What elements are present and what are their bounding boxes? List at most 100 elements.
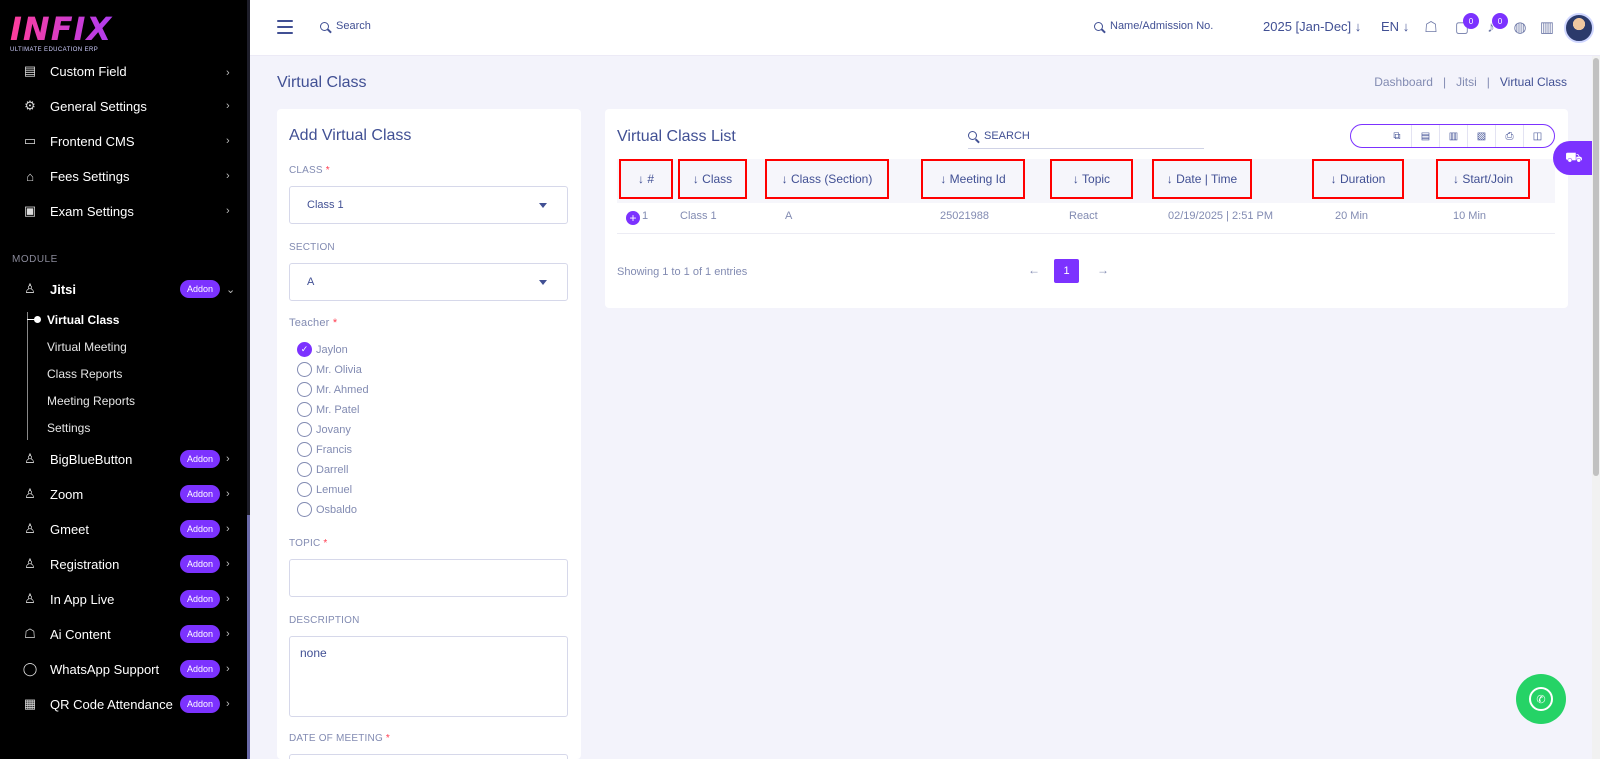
column-header-start-join[interactable]: ↓ Start/Join xyxy=(1436,159,1530,199)
row-divider xyxy=(617,233,1555,234)
sidebar-scrollbar-thumb[interactable] xyxy=(247,515,250,759)
sidebar-item-custom-field[interactable]: ▤ Custom Field › xyxy=(0,57,236,79)
print-icon[interactable]: ⎙ xyxy=(1495,125,1523,147)
teacher-option[interactable]: Jovany xyxy=(297,422,351,437)
academic-year-select[interactable]: 2025 [Jan-Dec] ↓ xyxy=(1263,19,1361,34)
language-select[interactable]: EN ↓ xyxy=(1381,19,1409,34)
sidebar-item-whatsapp-support[interactable]: ◯ WhatsApp Support Addon › xyxy=(0,654,236,684)
infix-logo[interactable]: INFIX ULTIMATE EDUCATION ERP xyxy=(10,12,130,60)
breadcrumb-dashboard[interactable]: Dashboard xyxy=(1374,75,1433,89)
sidebar-item-frontend-cms[interactable]: ▭ Frontend CMS › xyxy=(0,126,236,156)
column-header-class-section[interactable]: ↓ Class (Section) xyxy=(765,159,889,199)
cell-meeting-id: 25021988 xyxy=(940,210,989,222)
export-button-group: ⧉ ▤ ▥ ▧ ⎙ ◫ xyxy=(1350,124,1555,148)
radio-icon xyxy=(297,382,312,397)
top-search[interactable]: Search xyxy=(320,20,371,32)
sidebar-subitem-virtual-meeting[interactable]: Virtual Meeting xyxy=(47,340,127,354)
cart-icon: ⛟ xyxy=(1565,148,1583,165)
chart-icon[interactable]: ▥ xyxy=(1538,18,1556,36)
globe-icon[interactable]: ◍ xyxy=(1511,18,1529,36)
teacher-option[interactable]: Mr. Ahmed xyxy=(297,382,369,397)
sidebar-item-general-settings[interactable]: ⚙ General Settings › xyxy=(0,91,236,121)
csv-icon[interactable]: ▥ xyxy=(1439,125,1467,147)
hamburger-menu-icon[interactable] xyxy=(277,20,293,38)
chevron-right-icon: › xyxy=(226,663,230,675)
sidebar-item-fees-settings[interactable]: ⌂ Fees Settings › xyxy=(0,161,236,191)
column-header-duration[interactable]: ↓ Duration xyxy=(1312,159,1404,199)
arrow-right-icon[interactable]: → xyxy=(1097,263,1109,277)
teacher-option[interactable]: Lemuel xyxy=(297,482,352,497)
search-icon xyxy=(320,21,329,31)
teacher-option[interactable]: Francis xyxy=(297,442,352,457)
radio-icon xyxy=(297,462,312,477)
sidebar-item-jitsi[interactable]: ♙ Jitsi Addon ⌄ xyxy=(0,274,236,304)
sidebar-item-ai-content[interactable]: ☖ Ai Content Addon › xyxy=(0,619,236,649)
topic-input[interactable] xyxy=(289,559,568,597)
teacher-option[interactable]: ✓ Jaylon xyxy=(297,342,348,357)
sidebar-item-in-app-live[interactable]: ♙ In App Live Addon › xyxy=(0,584,236,614)
sidebar-item-exam-settings[interactable]: ▣ Exam Settings › xyxy=(0,196,236,226)
column-header-meeting-id[interactable]: ↓ Meeting Id xyxy=(921,159,1025,199)
sidebar-item-qr-code-attendance[interactable]: ▦ QR Code Attendance Addon › xyxy=(0,689,236,719)
chevron-right-icon: › xyxy=(226,558,230,570)
form-title: Add Virtual Class xyxy=(289,127,412,144)
description-label: DESCRIPTION xyxy=(289,615,360,626)
sidebar-item-registration[interactable]: ♙ Registration Addon › xyxy=(0,549,236,579)
sidebar-subitem-class-reports[interactable]: Class Reports xyxy=(47,367,122,381)
bell-icon[interactable]: ♪ 0 xyxy=(1482,13,1508,36)
columns-icon[interactable]: ◫ xyxy=(1523,125,1551,147)
sidebar-item-zoom[interactable]: ♙ Zoom Addon › xyxy=(0,479,236,509)
chat-icon[interactable]: ▢ 0 xyxy=(1453,13,1479,36)
sidebar-item-gmeet[interactable]: ♙ Gmeet Addon › xyxy=(0,514,236,544)
class-label: CLASS * xyxy=(289,165,330,176)
expand-row-icon[interactable]: + xyxy=(626,211,640,225)
column-header-class[interactable]: ↓ Class xyxy=(678,159,747,199)
person-icon: ♙ xyxy=(24,281,36,296)
module-section-title: MODULE xyxy=(12,254,58,265)
column-header-topic[interactable]: ↓ Topic xyxy=(1050,159,1133,199)
excel-icon[interactable]: ▤ xyxy=(1411,125,1439,147)
column-header-date-time[interactable]: ↓ Date | Time xyxy=(1152,159,1252,199)
description-textarea[interactable]: none xyxy=(289,636,568,717)
copy-icon[interactable]: ⧉ xyxy=(1383,125,1411,147)
whatsapp-floating-button[interactable]: ✆ xyxy=(1516,674,1566,724)
topic-label: TOPIC * xyxy=(289,538,328,549)
list-search-input[interactable]: SEARCH xyxy=(968,123,1204,149)
chevron-right-icon: › xyxy=(226,593,230,605)
sidebar-subitem-virtual-class[interactable]: Virtual Class xyxy=(47,313,119,327)
showing-entries-text: Showing 1 to 1 of 1 entries xyxy=(617,266,748,278)
robot-icon[interactable]: ☖ xyxy=(1422,18,1440,36)
whatsapp-icon: ◯ xyxy=(22,661,38,676)
chevron-right-icon: › xyxy=(226,523,230,535)
submenu-line xyxy=(27,312,28,440)
field-icon: ▤ xyxy=(23,63,37,78)
breadcrumb-jitsi[interactable]: Jitsi xyxy=(1456,75,1477,89)
arrow-left-icon[interactable]: ← xyxy=(1028,263,1040,277)
name-search-label: Name/Admission No. xyxy=(1110,20,1214,32)
section-select[interactable]: A xyxy=(289,263,568,301)
cell-number: 1 xyxy=(642,210,649,222)
pdf-icon[interactable]: ▧ xyxy=(1467,125,1495,147)
class-select[interactable]: Class 1 xyxy=(289,186,568,224)
addon-badge: Addon xyxy=(179,485,220,503)
sidebar-subitem-settings[interactable]: Settings xyxy=(47,421,90,435)
pagination-page-button[interactable]: 1 xyxy=(1054,259,1079,283)
date-of-meeting-input[interactable] xyxy=(289,754,568,759)
chevron-right-icon: › xyxy=(226,628,230,640)
sidebar-item-bigbluebutton[interactable]: ♙ BigBlueButton Addon › xyxy=(0,444,236,474)
teacher-option[interactable]: Mr. Patel xyxy=(297,402,359,417)
teacher-option[interactable]: Osbaldo xyxy=(297,502,357,517)
page-scrollbar-thumb[interactable] xyxy=(1593,58,1599,476)
cell-topic: React xyxy=(1069,210,1098,222)
avatar[interactable] xyxy=(1564,13,1594,43)
chevron-right-icon: › xyxy=(226,100,230,112)
name-admission-search[interactable]: Name/Admission No. xyxy=(1094,20,1213,32)
person-icon: ♙ xyxy=(24,451,36,466)
virtual-class-list-card: Virtual Class List SEARCH ⧉ ▤ ▥ ▧ ⎙ ◫ ↓ … xyxy=(605,109,1568,308)
sidebar-subitem-meeting-reports[interactable]: Meeting Reports xyxy=(47,394,135,408)
chevron-right-icon: › xyxy=(226,698,230,710)
teacher-option[interactable]: Mr. Olivia xyxy=(297,362,362,377)
addon-badge: Addon xyxy=(179,695,220,713)
teacher-option[interactable]: Darrell xyxy=(297,462,348,477)
column-header-number[interactable]: ↓ # xyxy=(619,159,673,199)
